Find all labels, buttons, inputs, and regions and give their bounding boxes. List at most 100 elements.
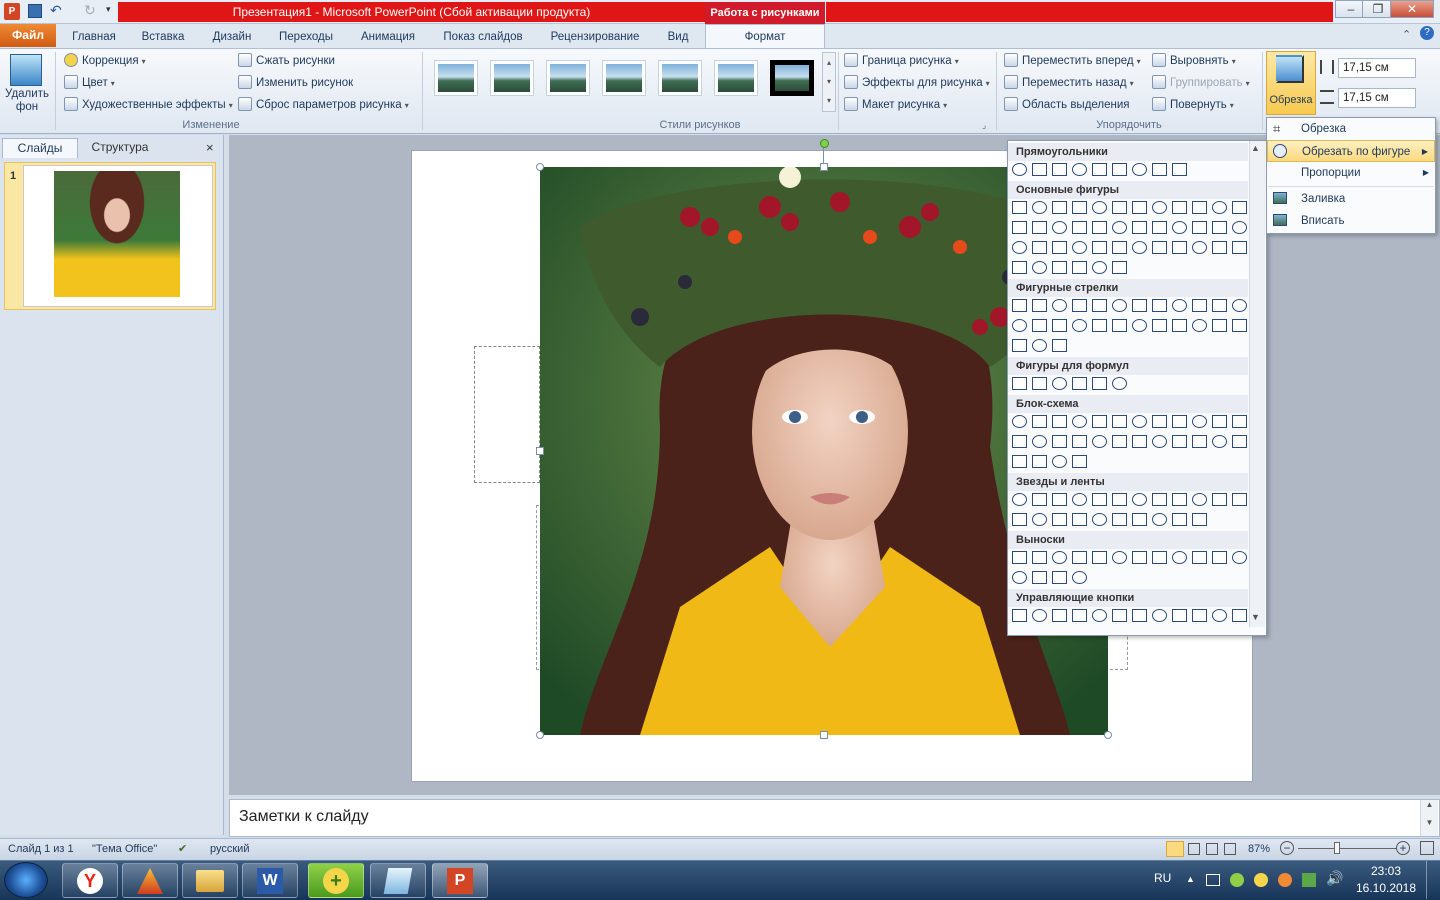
styles-gallery-scroll[interactable]: ▴ ▾ ▾ [822, 52, 836, 112]
spellcheck-icon[interactable]: ✔ [178, 841, 187, 857]
normal-view-icon[interactable] [1166, 841, 1184, 857]
selection-pane-button[interactable]: Область выделения [1004, 95, 1130, 115]
compress-pictures-button[interactable]: Сжать рисунки [238, 51, 335, 71]
shape-option[interactable] [1232, 609, 1247, 622]
resize-handle[interactable] [820, 731, 828, 739]
shape-option[interactable] [1012, 299, 1027, 312]
shape-option[interactable] [1192, 493, 1207, 506]
shape-option[interactable] [1092, 493, 1107, 506]
shape-option[interactable] [1132, 513, 1147, 526]
resize-handle[interactable] [536, 163, 544, 171]
shape-option[interactable] [1032, 571, 1047, 584]
shape-option[interactable] [1172, 241, 1187, 254]
shape-option[interactable] [1032, 513, 1047, 526]
redo-icon[interactable]: ↻ [84, 2, 96, 19]
shape-option[interactable] [1172, 415, 1187, 428]
save-icon[interactable] [28, 4, 42, 18]
shape-option[interactable] [1072, 163, 1087, 176]
shape-option[interactable] [1212, 493, 1227, 506]
shape-option[interactable] [1212, 221, 1227, 234]
picture-layout-button[interactable]: Макет рисунка ▾ [844, 95, 947, 115]
shape-option[interactable] [1132, 415, 1147, 428]
shape-option[interactable] [1032, 415, 1047, 428]
picture-style-3[interactable] [546, 60, 590, 96]
shape-option[interactable] [1112, 609, 1127, 622]
shape-option[interactable] [1032, 221, 1047, 234]
shape-option[interactable] [1132, 319, 1147, 332]
shape-option[interactable] [1112, 377, 1127, 390]
close-panel-icon[interactable]: × [206, 140, 214, 155]
tray-app-icon[interactable] [1254, 873, 1268, 887]
shape-option[interactable] [1072, 435, 1087, 448]
zoom-out-icon[interactable]: − [1280, 841, 1294, 855]
tab-slideshow[interactable]: Показ слайдов [432, 27, 534, 48]
tab-outline[interactable]: Структура [80, 138, 160, 158]
shape-option[interactable] [1072, 609, 1087, 622]
shape-option[interactable] [1192, 415, 1207, 428]
notes-scrollbar[interactable]: ▲ ▼ [1420, 800, 1438, 836]
shape-option[interactable] [1212, 299, 1227, 312]
shape-option[interactable] [1012, 221, 1027, 234]
notes-pane[interactable]: Заметки к слайду [229, 799, 1440, 837]
tray-app-icon[interactable] [1278, 873, 1292, 887]
shape-option[interactable] [1012, 201, 1027, 214]
shape-option[interactable] [1092, 221, 1107, 234]
shape-option[interactable] [1032, 261, 1047, 274]
shape-option[interactable] [1052, 377, 1067, 390]
clock-time[interactable]: 23:03 [1356, 864, 1416, 878]
fit-to-window-icon[interactable] [1420, 841, 1434, 855]
shape-option[interactable] [1172, 513, 1187, 526]
menu-item-fill[interactable]: Заливка [1267, 188, 1435, 210]
shape-option[interactable] [1052, 299, 1067, 312]
shape-option[interactable] [1072, 551, 1087, 564]
shape-option[interactable] [1172, 319, 1187, 332]
shape-option[interactable] [1052, 261, 1067, 274]
picture-effects-button[interactable]: Эффекты для рисунка ▾ [844, 73, 990, 93]
shape-option[interactable] [1092, 377, 1107, 390]
shape-option[interactable] [1172, 201, 1187, 214]
shape-option[interactable] [1052, 163, 1067, 176]
taskbar-powerpoint[interactable]: P [432, 863, 488, 898]
shape-option[interactable] [1112, 261, 1127, 274]
shape-option[interactable] [1212, 435, 1227, 448]
correction-button[interactable]: Коррекция ▾ [64, 51, 146, 71]
shape-option[interactable] [1232, 319, 1247, 332]
shape-option[interactable] [1132, 299, 1147, 312]
tab-slides[interactable]: Слайды [2, 138, 78, 158]
shape-option[interactable] [1032, 299, 1047, 312]
picture-style-1[interactable] [434, 60, 478, 96]
show-desktop-button[interactable] [1426, 861, 1438, 899]
height-input[interactable]: 17,15 см [1338, 58, 1416, 78]
tab-view[interactable]: Вид [656, 27, 700, 48]
shape-option[interactable] [1112, 221, 1127, 234]
shape-option[interactable] [1012, 261, 1027, 274]
menu-item-crop[interactable]: Обрезка [1267, 118, 1435, 140]
shape-option[interactable] [1132, 201, 1147, 214]
collapse-ribbon-icon[interactable]: ⌃ [1402, 28, 1411, 41]
shape-option[interactable] [1152, 163, 1167, 176]
shape-option[interactable] [1232, 299, 1247, 312]
shape-option[interactable] [1092, 415, 1107, 428]
shape-option[interactable] [1152, 241, 1167, 254]
shape-option[interactable] [1192, 513, 1207, 526]
shape-option[interactable] [1072, 493, 1087, 506]
shape-option[interactable] [1152, 513, 1167, 526]
action-center-icon[interactable] [1206, 874, 1220, 886]
zoom-slider-track[interactable] [1298, 848, 1396, 849]
shape-option[interactable] [1132, 493, 1147, 506]
language-bar[interactable]: RU [1154, 871, 1171, 885]
shape-option[interactable] [1032, 455, 1047, 468]
menu-item-aspect-ratio[interactable]: Пропорции ▶ [1267, 162, 1435, 184]
shape-option[interactable] [1032, 493, 1047, 506]
shape-option[interactable] [1112, 163, 1127, 176]
shape-option[interactable] [1012, 455, 1027, 468]
shape-option[interactable] [1012, 493, 1027, 506]
shape-option[interactable] [1152, 415, 1167, 428]
shape-option[interactable] [1052, 513, 1067, 526]
slide-sorter-icon[interactable] [1188, 843, 1200, 855]
shape-option[interactable] [1212, 201, 1227, 214]
shape-option[interactable] [1072, 261, 1087, 274]
shape-option[interactable] [1112, 319, 1127, 332]
shape-option[interactable] [1092, 163, 1107, 176]
shape-option[interactable] [1132, 241, 1147, 254]
